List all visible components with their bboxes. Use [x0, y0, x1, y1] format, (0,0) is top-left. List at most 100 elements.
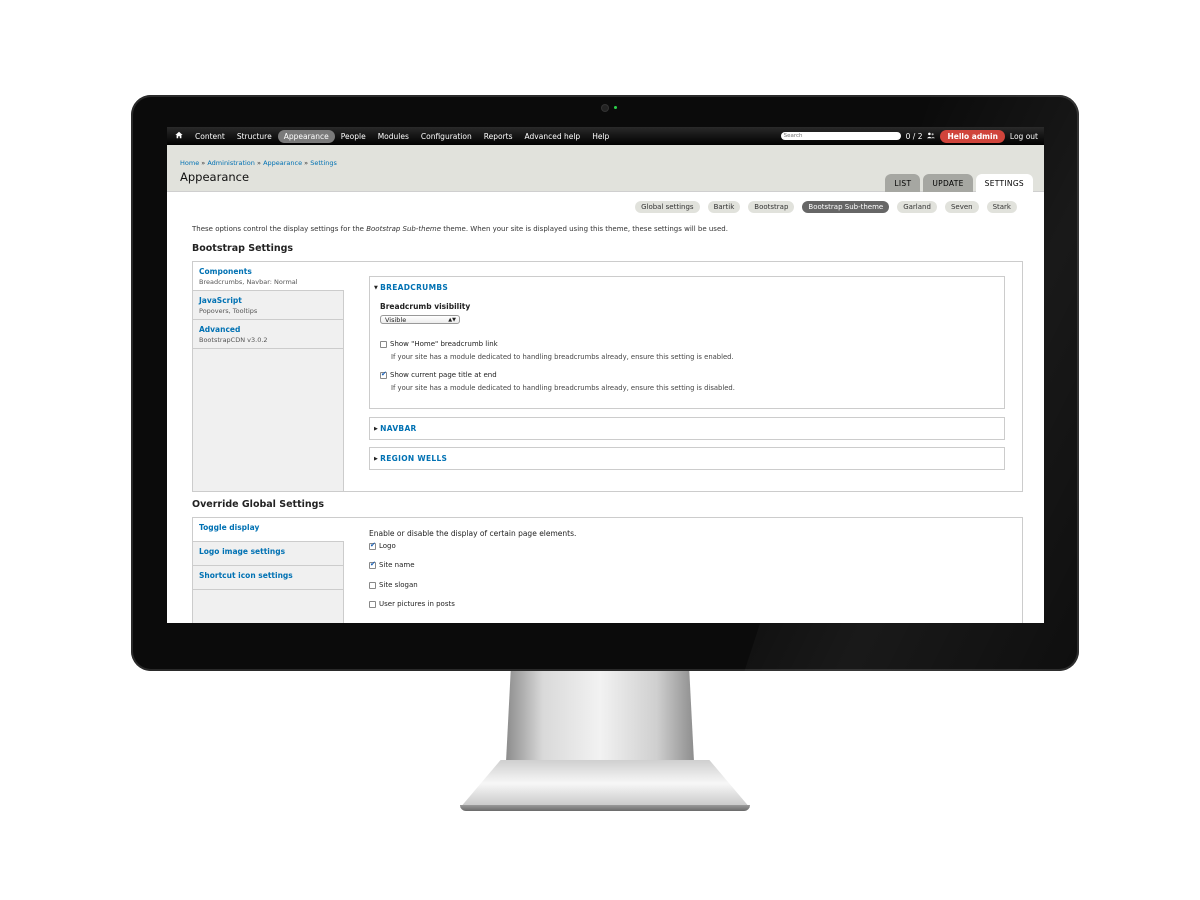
users-icon [927, 132, 936, 141]
toolbar-item-people[interactable]: People [335, 130, 372, 143]
toggle-user-pictures-row[interactable]: User pictures in posts [369, 600, 455, 608]
vertical-tab-components[interactable]: Components Breadcrumbs, Navbar: Normal [193, 262, 344, 291]
logout-link[interactable]: Log out [1010, 132, 1038, 141]
home-icon[interactable] [169, 131, 189, 141]
theme-tab-bootstrap-sub-theme[interactable]: Bootstrap Sub-theme [802, 201, 890, 213]
show-title-description: If your site has a module dedicated to h… [391, 384, 735, 392]
region-wells-fieldset[interactable]: ▶ REGION WELLS [369, 447, 1005, 470]
toolbar-item-advanced-help[interactable]: Advanced help [519, 130, 587, 143]
region-wells-legend-text: REGION WELLS [380, 454, 448, 463]
vertical-tab-advanced[interactable]: Advanced BootstrapCDN v3.0.2 [193, 320, 343, 349]
tab-settings[interactable]: SETTINGS [975, 174, 1033, 192]
camera-led [614, 106, 617, 109]
user-count: 0 / 2 [905, 131, 923, 141]
hello-user-badge[interactable]: Hello admin [940, 129, 1005, 143]
intro-before: These options control the display settin… [192, 225, 367, 233]
screen: Content Structure Appearance People Modu… [167, 127, 1044, 623]
toolbar-item-configuration[interactable]: Configuration [415, 130, 478, 143]
breadcrumb-separator: » [304, 159, 309, 167]
vertical-tab-javascript[interactable]: JavaScript Popovers, Tooltips [193, 291, 343, 320]
breadcrumb-visibility-select[interactable]: Visible ▲▼ [380, 315, 460, 324]
breadcrumb-visibility-label: Breadcrumb visibility [380, 302, 471, 311]
vertical-tab-summary: BootstrapCDN v3.0.2 [199, 336, 268, 344]
show-home-checkbox-row[interactable]: Show "Home" breadcrumb link [380, 340, 498, 348]
breadcrumbs-fieldset: ▼ BREADCRUMBS Breadcrumb visibility Visib… [369, 276, 1005, 409]
vertical-tab-logo-image-settings[interactable]: Logo image settings [193, 542, 343, 566]
toggle-display-description: Enable or disable the display of certain… [369, 529, 577, 538]
breadcrumb-separator: » [201, 159, 206, 167]
toolbar-item-content[interactable]: Content [189, 130, 231, 143]
theme-tab-global-settings[interactable]: Global settings [635, 201, 700, 213]
intro-after: theme. When your site is displayed using… [441, 225, 728, 233]
show-title-label: Show current page title at end [390, 371, 497, 379]
toggle-user-pictures-label: User pictures in posts [379, 600, 455, 608]
triangle-right-icon: ▶ [374, 426, 379, 432]
show-title-checkbox-row[interactable]: Show current page title at end [380, 370, 497, 379]
vertical-tab-summary: Breadcrumbs, Navbar: Normal [199, 278, 298, 286]
show-home-checkbox[interactable] [380, 340, 387, 348]
toolbar-item-reports[interactable]: Reports [478, 130, 519, 143]
page-title: Appearance [180, 170, 250, 184]
toggle-site-slogan-checkbox[interactable] [369, 581, 376, 589]
vertical-tab-label: Advanced [199, 325, 241, 334]
primary-tabs: LIST UPDATE SETTINGS [885, 174, 1033, 192]
toggle-site-name-row[interactable]: Site name [369, 560, 415, 569]
tab-list[interactable]: LIST [885, 174, 921, 192]
navbar-fieldset[interactable]: ▶ NAVBAR [369, 417, 1005, 440]
breadcrumb-administration[interactable]: Administration [207, 159, 255, 167]
navbar-legend[interactable]: ▶ NAVBAR [370, 418, 1004, 439]
region-wells-legend[interactable]: ▶ REGION WELLS [370, 448, 1004, 469]
toggle-logo-checkbox[interactable] [369, 541, 376, 550]
tab-update[interactable]: UPDATE [923, 174, 973, 192]
toolbar-item-structure[interactable]: Structure [231, 130, 278, 143]
toolbar-item-appearance[interactable]: Appearance [277, 129, 335, 143]
toggle-logo-row[interactable]: Logo [369, 541, 396, 550]
toggle-user-pictures-checkbox[interactable] [369, 600, 376, 608]
theme-tab-stark[interactable]: Stark [986, 201, 1017, 213]
vertical-tab-label: Shortcut icon settings [199, 571, 293, 580]
theme-tab-seven[interactable]: Seven [944, 201, 979, 213]
breadcrumbs-legend[interactable]: ▼ BREADCRUMBS [370, 277, 1004, 298]
theme-tab-bartik[interactable]: Bartik [707, 201, 741, 213]
breadcrumb-visibility-value: Visible [385, 316, 407, 324]
show-title-checkbox[interactable] [380, 370, 387, 379]
override-global-vertical-tabs: Toggle display Logo image settings Short… [192, 517, 1023, 623]
toolbar-right: 0 / 2 Hello admin Log out [780, 127, 1038, 145]
vertical-tab-label: JavaScript [199, 296, 242, 305]
breadcrumb-appearance[interactable]: Appearance [263, 159, 302, 167]
vertical-tab-toggle-display[interactable]: Toggle display [193, 518, 344, 542]
breadcrumbs-legend-text: BREADCRUMBS [380, 283, 449, 292]
monitor-stand-edge [460, 805, 750, 811]
breadcrumb: Home » Administration » Appearance » Set… [180, 159, 337, 167]
toggle-site-slogan-row[interactable]: Site slogan [369, 581, 418, 589]
intro-theme-name: Bootstrap Sub-theme [366, 225, 442, 233]
show-home-description: If your site has a module dedicated to h… [391, 353, 734, 361]
toggle-site-name-label: Site name [379, 561, 415, 569]
toolbar-item-modules[interactable]: Modules [372, 130, 415, 143]
breadcrumb-settings[interactable]: Settings [310, 159, 337, 167]
toggle-logo-label: Logo [379, 542, 396, 550]
vertical-tab-label: Logo image settings [199, 547, 286, 556]
theme-tab-garland[interactable]: Garland [897, 201, 937, 213]
triangle-right-icon: ▶ [374, 456, 379, 462]
toggle-site-name-checkbox[interactable] [369, 560, 376, 569]
toggle-site-slogan-label: Site slogan [379, 581, 418, 589]
vertical-tab-summary: Popovers, Tooltips [199, 307, 258, 315]
navbar-legend-text: NAVBAR [380, 424, 417, 433]
monitor-bezel: Content Structure Appearance People Modu… [131, 95, 1079, 671]
theme-tab-bootstrap[interactable]: Bootstrap [748, 201, 795, 213]
breadcrumb-home[interactable]: Home [180, 159, 199, 167]
search-input[interactable] [780, 132, 901, 140]
intro-text: These options control the display settin… [192, 225, 728, 233]
breadcrumb-separator: » [257, 159, 261, 167]
bootstrap-settings-title: Bootstrap Settings [192, 243, 294, 254]
toolbar-item-help[interactable]: Help [586, 130, 615, 143]
page-header: Home » Administration » Appearance » Set… [167, 145, 1044, 192]
triangle-down-icon: ▼ [374, 285, 379, 291]
show-home-label: Show "Home" breadcrumb link [390, 340, 498, 348]
bootstrap-settings-vertical-tabs: Components Breadcrumbs, Navbar: Normal J… [192, 261, 1023, 492]
vertical-tab-label: Toggle display [199, 523, 260, 532]
camera-icon [602, 105, 608, 111]
vertical-tab-label: Components [199, 267, 252, 276]
vertical-tab-shortcut-icon-settings[interactable]: Shortcut icon settings [193, 566, 343, 590]
